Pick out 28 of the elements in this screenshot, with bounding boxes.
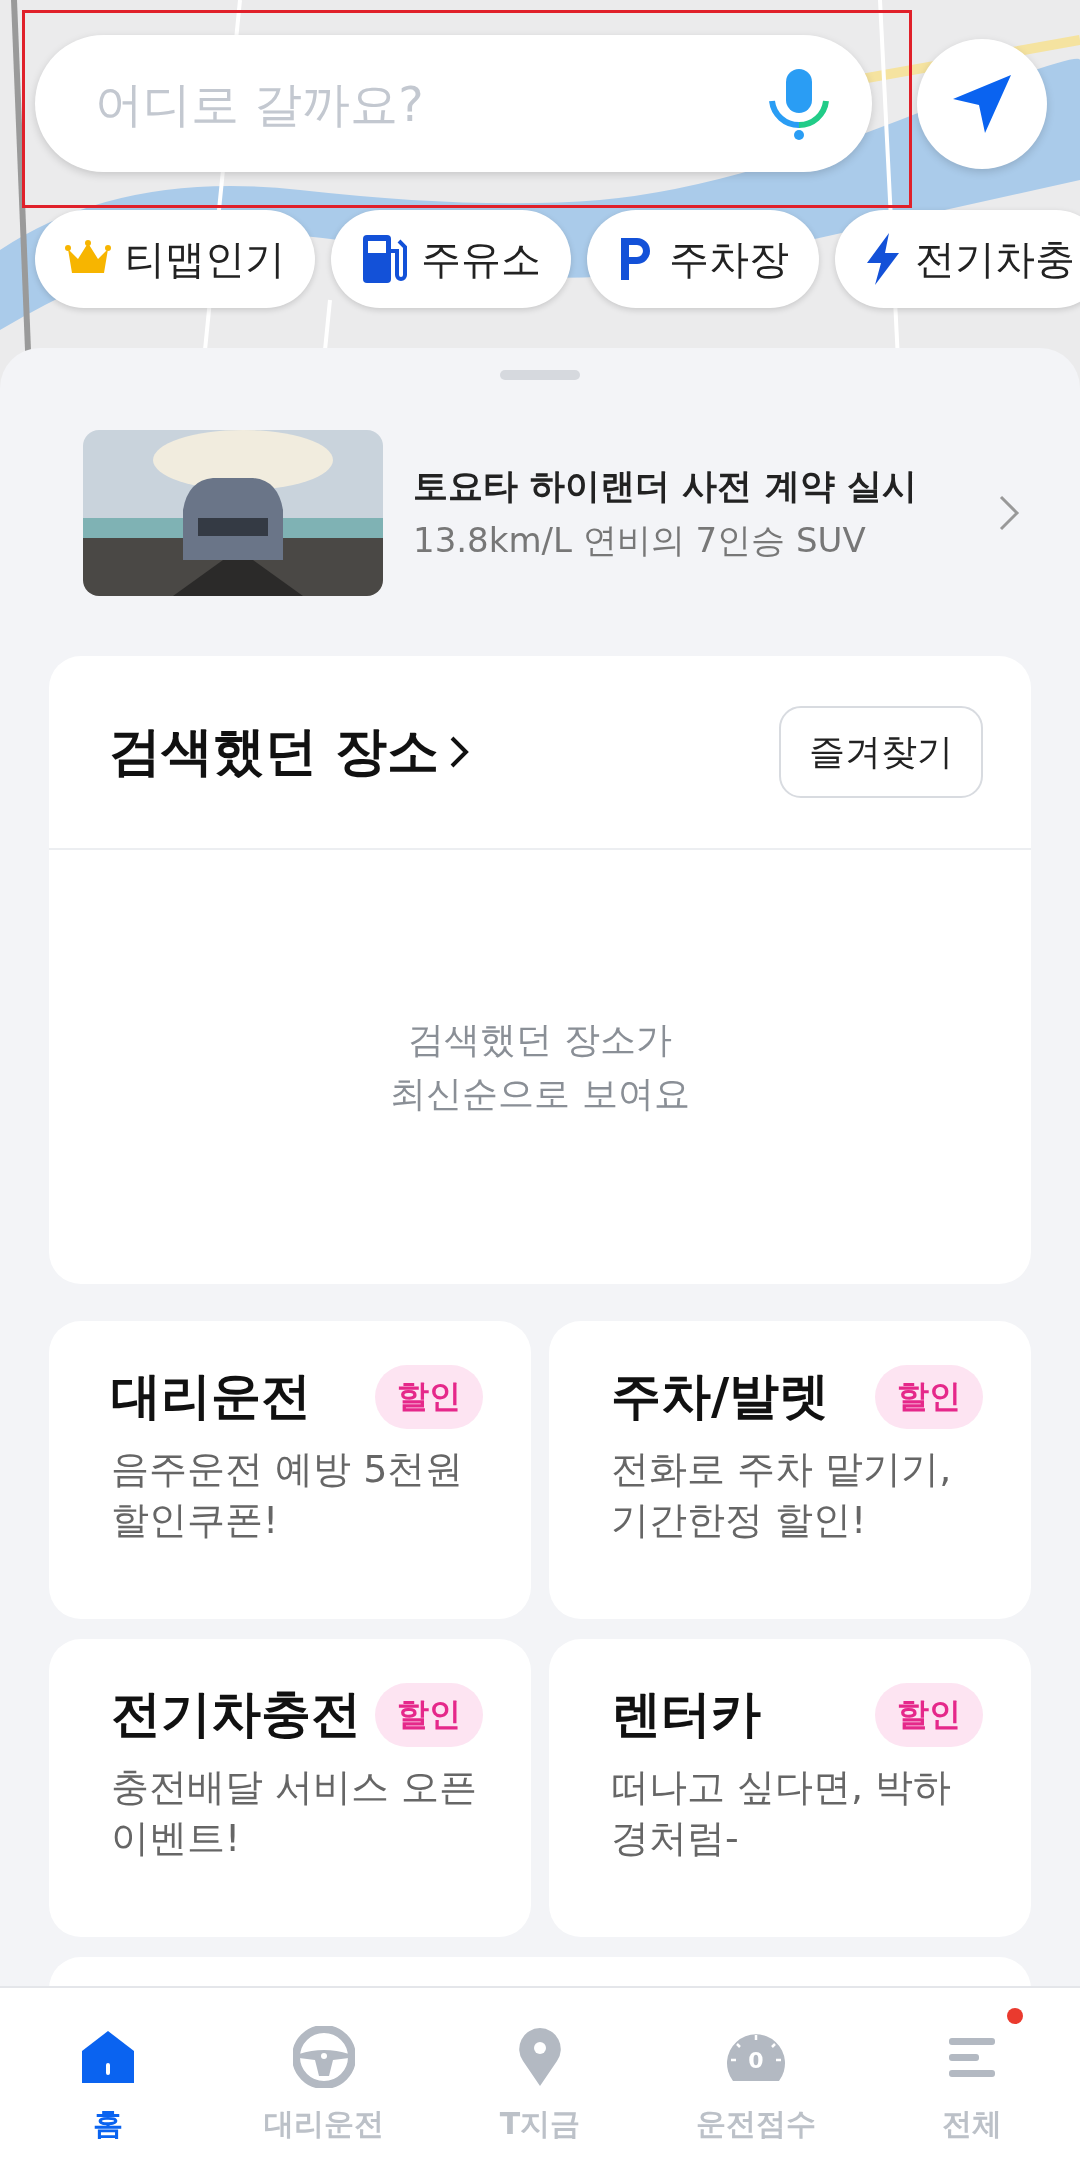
service-card[interactable]: 렌터카 할인 떠나고 싶다면, 박하 경처럼- (549, 1639, 1031, 1937)
service-description: 충전배달 서비스 오픈 이벤트! (111, 1764, 479, 1863)
empty-message: 검색했던 장소가 최신순으로 보여요 (390, 1018, 690, 1116)
service-card[interactable]: 주차/발렛 할인 전화로 주차 맡기기, 기간한정 할인! (549, 1321, 1031, 1619)
section-title[interactable]: 검색했던 장소 (109, 717, 440, 787)
service-card[interactable]: 전기차충전 할인 충전배달 서비스 오픈 이벤트! (49, 1639, 531, 1937)
category-chip[interactable]: 전기차충 (835, 210, 1080, 308)
service-title: 대리운전 (111, 1366, 311, 1427)
banner-title: 토요타 하이랜더 사전 계약 실시 (413, 464, 918, 508)
service-title: 렌터카 (611, 1684, 761, 1745)
banner-subtitle: 13.8km/L 연비의 7인승 SUV (413, 518, 867, 562)
category-chip[interactable]: 주유소 (331, 210, 571, 308)
nav-tab[interactable]: 홈 (0, 1988, 216, 2168)
discount-badge: 할인 (875, 1682, 983, 1747)
search-field[interactable]: 어디로 갈까요? (35, 35, 872, 172)
service-description: 전화로 주차 맡기기, 기간한정 할인! (611, 1446, 953, 1545)
service-title: 주차/발렛 (611, 1366, 830, 1427)
discount-badge: 할인 (375, 1682, 483, 1747)
score-value: 0 (747, 2048, 765, 2073)
category-chip[interactable]: 주차장 (587, 210, 819, 308)
favorites-button[interactable]: 즐겨찾기 (779, 706, 983, 798)
service-card[interactable]: 대리운전 할인 음주운전 예방 5천원 할인쿠폰! (49, 1321, 531, 1619)
service-description: 음주운전 예방 5천원 할인쿠폰! (111, 1446, 465, 1545)
service-title: 전기차충전 (111, 1684, 361, 1745)
category-chip[interactable]: 티맵인기 (35, 210, 315, 308)
service-description: 떠나고 싶다면, 박하 경처럼- (611, 1764, 953, 1863)
discount-badge: 할인 (375, 1364, 483, 1429)
discount-badge: 할인 (875, 1364, 983, 1429)
